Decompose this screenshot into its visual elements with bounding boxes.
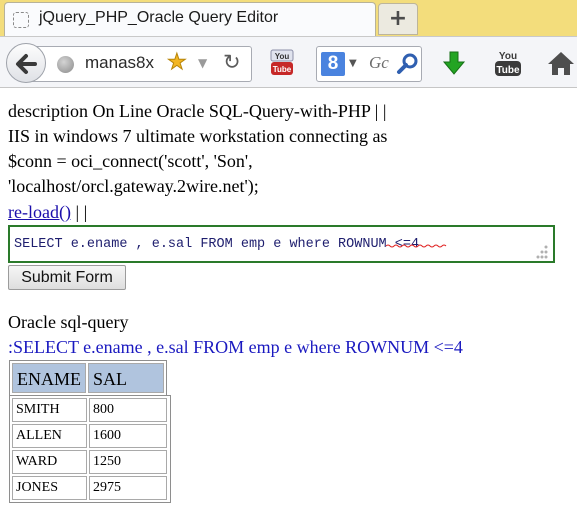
cell-ename: JONES	[12, 476, 87, 500]
page-content: description On Line Oracle SQL-Query-wit…	[8, 99, 573, 503]
search-bar[interactable]: 8 ▼ Gc	[316, 46, 422, 82]
cell-sal: 1600	[89, 424, 167, 448]
search-input[interactable]: Gc	[369, 53, 389, 73]
download-arrow-icon[interactable]	[441, 50, 467, 76]
sql-query-input[interactable]	[8, 225, 555, 263]
youtube-icon[interactable]: You Tube	[494, 48, 522, 78]
back-button[interactable]	[6, 43, 46, 83]
add-tab-icon[interactable]: +	[378, 3, 418, 35]
globe-icon	[57, 56, 74, 73]
url-text: manas8x	[85, 53, 154, 72]
cell-ename: WARD	[12, 450, 87, 474]
cell-ename: SMITH	[12, 398, 87, 422]
svg-text:Tube: Tube	[496, 65, 520, 76]
description-line: description On Line Oracle SQL-Query-wit…	[8, 101, 387, 121]
reload-link[interactable]: re-load()	[8, 202, 71, 222]
reload-separator: | |	[70, 202, 88, 222]
result-heading: Oracle sql-query	[8, 312, 129, 332]
column-header-ename: ENAME	[12, 363, 86, 393]
svg-text:Tube: Tube	[273, 65, 292, 74]
cell-ename: ALLEN	[12, 424, 87, 448]
search-engine-dropdown-icon[interactable]: ▼	[349, 58, 357, 69]
description-line: $conn = oci_connect('scott', 'Son',	[8, 151, 253, 171]
browser-tab[interactable]: jQuery_PHP_Oracle Query Editor	[4, 2, 376, 36]
tab-strip: jQuery_PHP_Oracle Query Editor +	[0, 0, 577, 36]
table-row: JONES 2975	[11, 475, 169, 501]
bookmark-star-icon[interactable]: ★	[167, 50, 188, 76]
cell-sal: 2975	[89, 476, 167, 500]
resize-handle-icon[interactable]	[531, 243, 549, 259]
page-icon	[13, 12, 29, 28]
reload-row: re-load() | |	[8, 199, 573, 225]
result-data-table: SMITH 800 ALLEN 1600 WARD 1250 JONES 297…	[9, 395, 171, 503]
google-search-icon[interactable]: 8	[321, 52, 345, 76]
query-echo: :SELECT e.ename , e.sal FROM emp e where…	[8, 337, 463, 357]
tab-title: jQuery_PHP_Oracle Query Editor	[39, 9, 279, 26]
description-line: IIS in windows 7 ultimate workstation co…	[8, 126, 388, 146]
cell-sal: 800	[89, 398, 167, 422]
submit-form-button[interactable]: Submit Form	[8, 265, 126, 290]
table-row: WARD 1250	[11, 449, 169, 475]
result-header-table: ENAME SAL	[9, 360, 167, 396]
description-line: 'localhost/orcl.gateway.2wire.net');	[8, 176, 259, 196]
table-row: ALLEN 1600	[11, 423, 169, 449]
column-header-sal: SAL	[88, 363, 164, 393]
search-icon[interactable]	[396, 52, 420, 76]
svg-text:You: You	[499, 51, 517, 62]
home-icon[interactable]	[546, 49, 576, 77]
table-row: SMITH 800	[11, 397, 169, 423]
back-arrow-icon	[16, 54, 37, 74]
cell-sal: 1250	[89, 450, 167, 474]
address-bar[interactable]: manas8x ★ ▼ ↻	[30, 46, 252, 82]
spellcheck-underline	[386, 244, 447, 248]
svg-text:You: You	[275, 52, 290, 61]
navigation-toolbar: manas8x ★ ▼ ↻ You Tube 8 ▼ Gc You Tube	[0, 36, 577, 88]
dropdown-arrow-icon[interactable]: ▼	[198, 56, 207, 70]
youtube-icon[interactable]: You Tube	[270, 49, 294, 77]
reload-icon[interactable]: ↻	[223, 50, 241, 74]
